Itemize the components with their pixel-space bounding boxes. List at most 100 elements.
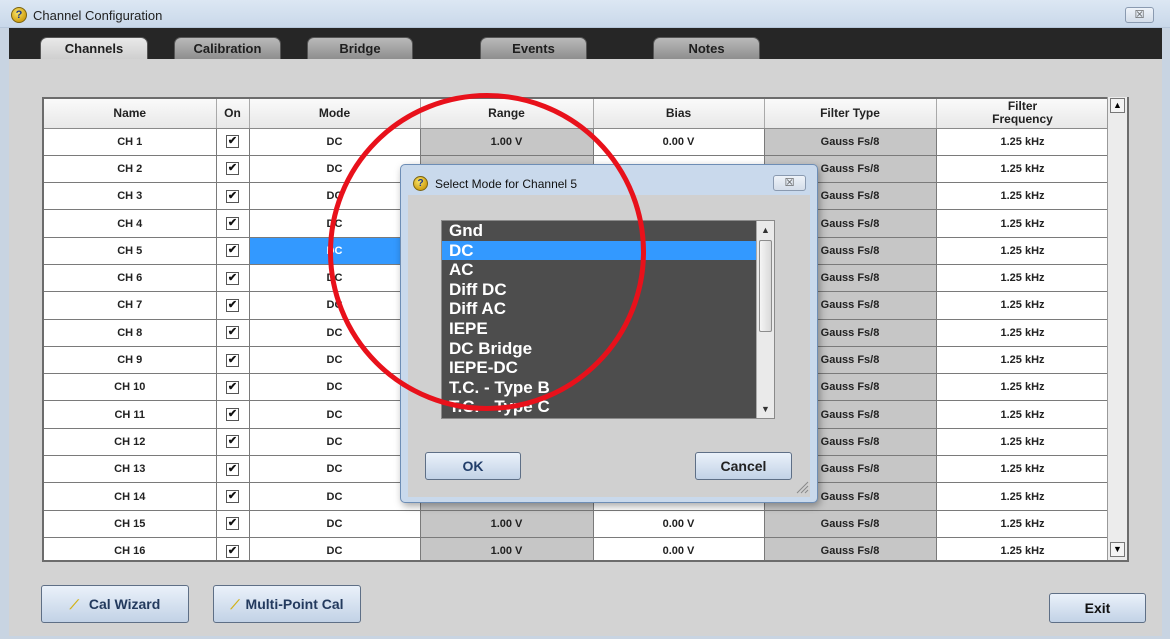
channel-filter-frequency-cell[interactable]: 1.25 kHz (936, 400, 1110, 429)
channel-enabled-checkbox[interactable]: ✔ (226, 326, 239, 340)
channel-on-cell[interactable]: ✔ (216, 155, 250, 184)
channel-mode-cell[interactable]: DC (249, 237, 421, 265)
channel-filter-frequency-cell[interactable]: 1.25 kHz (936, 182, 1110, 211)
channel-filter-frequency-cell[interactable]: 1.25 kHz (936, 373, 1110, 402)
channel-enabled-checkbox[interactable]: ✔ (226, 408, 239, 422)
ok-button[interactable]: OK (425, 452, 521, 480)
channel-enabled-checkbox[interactable]: ✔ (226, 490, 239, 503)
channel-name-cell[interactable]: CH 13 (44, 455, 217, 484)
channel-mode-cell[interactable]: DC (249, 182, 421, 211)
tab-channels[interactable]: Channels (40, 37, 148, 59)
channel-on-cell[interactable]: ✔ (216, 291, 250, 320)
channel-mode-cell[interactable]: DC (249, 346, 421, 375)
mode-option-diff-dc[interactable]: Diff DC (442, 280, 774, 300)
channel-name-cell[interactable]: CH 10 (44, 373, 217, 402)
channel-mode-cell[interactable]: DC (249, 373, 421, 402)
channel-on-cell[interactable]: ✔ (216, 209, 250, 238)
mode-option-iepe-dc[interactable]: IEPE-DC (442, 358, 774, 378)
channel-filter-frequency-cell[interactable]: 1.25 kHz (936, 482, 1110, 511)
channel-mode-cell[interactable]: DC (249, 155, 421, 184)
mode-option-dc-bridge[interactable]: DC Bridge (442, 339, 774, 359)
channel-filter-frequency-cell[interactable]: 1.25 kHz (936, 128, 1110, 156)
channel-filter-frequency-cell[interactable]: 1.25 kHz (936, 510, 1110, 538)
multi-point-cal-button[interactable]: ⟋ Multi-Point Cal (213, 585, 361, 623)
header-range[interactable]: Range (420, 99, 594, 129)
table-row[interactable]: CH 16 ✔ DC 1.00 V 0.00 V Gauss Fs/8 1.25 kHz (44, 537, 1110, 560)
channel-mode-cell[interactable]: DC (249, 128, 421, 156)
header-mode[interactable]: Mode (249, 99, 421, 129)
mode-listbox[interactable]: Gnd DC AC Diff DC Diff AC IEPE DC Bridge… (441, 220, 775, 419)
channel-filter-frequency-cell[interactable]: 1.25 kHz (936, 537, 1110, 560)
channel-name-cell[interactable]: CH 4 (44, 209, 217, 238)
channel-on-cell[interactable]: ✔ (216, 319, 250, 347)
channel-enabled-checkbox[interactable]: ✔ (226, 435, 239, 449)
channel-on-cell[interactable]: ✔ (216, 537, 250, 560)
channel-range-cell[interactable]: 1.00 V (420, 128, 594, 156)
channel-name-cell[interactable]: CH 7 (44, 291, 217, 320)
channel-name-cell[interactable]: CH 6 (44, 264, 217, 293)
dialog-close-button[interactable]: ☒ (773, 175, 806, 191)
list-scroll-up-icon[interactable]: ▲ (757, 223, 774, 238)
channel-enabled-checkbox[interactable]: ✔ (226, 380, 239, 394)
tab-events[interactable]: Events (480, 37, 587, 59)
channel-mode-cell[interactable]: DC (249, 482, 421, 511)
channel-name-cell[interactable]: CH 11 (44, 400, 217, 429)
mode-option-ac[interactable]: AC (442, 260, 774, 280)
channel-on-cell[interactable]: ✔ (216, 428, 250, 457)
channel-filter-frequency-cell[interactable]: 1.25 kHz (936, 155, 1110, 184)
tab-notes[interactable]: Notes (653, 37, 760, 59)
header-bias[interactable]: Bias (593, 99, 765, 129)
channel-name-cell[interactable]: CH 3 (44, 182, 217, 211)
channel-name-cell[interactable]: CH 12 (44, 428, 217, 457)
channel-on-cell[interactable]: ✔ (216, 264, 250, 293)
channel-bias-cell[interactable]: 0.00 V (593, 537, 765, 560)
channel-on-cell[interactable]: ✔ (216, 510, 250, 538)
channel-enabled-checkbox[interactable]: ✔ (226, 298, 239, 312)
channel-enabled-checkbox[interactable]: ✔ (226, 244, 239, 258)
tab-calibration[interactable]: Calibration (174, 37, 281, 59)
channel-name-cell[interactable]: CH 16 (44, 537, 217, 560)
header-name[interactable]: Name (44, 99, 217, 129)
channel-name-cell[interactable]: CH 8 (44, 319, 217, 347)
channel-name-cell[interactable]: CH 9 (44, 346, 217, 375)
list-scroll-thumb[interactable] (759, 240, 772, 332)
channel-filter-frequency-cell[interactable]: 1.25 kHz (936, 319, 1110, 347)
channel-filter-frequency-cell[interactable]: 1.25 kHz (936, 291, 1110, 320)
channel-on-cell[interactable]: ✔ (216, 400, 250, 429)
channel-enabled-checkbox[interactable]: ✔ (226, 217, 239, 231)
channel-filter-frequency-cell[interactable]: 1.25 kHz (936, 428, 1110, 457)
channel-mode-cell[interactable]: DC (249, 537, 421, 560)
mode-option-gnd[interactable]: Gnd (442, 221, 774, 241)
channel-mode-cell[interactable]: DC (249, 209, 421, 238)
channel-mode-cell[interactable]: DC (249, 291, 421, 320)
table-scrollbar[interactable]: ▲ ▼ (1107, 97, 1127, 560)
channel-bias-cell[interactable]: 0.00 V (593, 510, 765, 538)
channel-mode-cell[interactable]: DC (249, 428, 421, 457)
channel-name-cell[interactable]: CH 2 (44, 155, 217, 184)
scroll-down-arrow-icon[interactable]: ▼ (1110, 542, 1125, 557)
window-close-button[interactable]: ☒ (1125, 7, 1154, 23)
channel-mode-cell[interactable]: DC (249, 455, 421, 484)
channel-mode-cell[interactable]: DC (249, 510, 421, 538)
resize-grip-icon[interactable] (795, 480, 809, 494)
channel-bias-cell[interactable]: 0.00 V (593, 128, 765, 156)
channel-on-cell[interactable]: ✔ (216, 482, 250, 511)
mode-option-tc-type-c[interactable]: T.C. - Type C (442, 397, 774, 417)
channel-filter-frequency-cell[interactable]: 1.25 kHz (936, 455, 1110, 484)
scroll-up-arrow-icon[interactable]: ▲ (1110, 98, 1125, 113)
cancel-button[interactable]: Cancel (695, 452, 792, 480)
channel-enabled-checkbox[interactable]: ✔ (226, 544, 239, 558)
mode-option-dc[interactable]: DC (442, 240, 774, 261)
channel-name-cell[interactable]: CH 1 (44, 128, 217, 156)
channel-filter-frequency-cell[interactable]: 1.25 kHz (936, 346, 1110, 375)
channel-enabled-checkbox[interactable]: ✔ (226, 162, 239, 176)
channel-mode-cell[interactable]: DC (249, 264, 421, 293)
header-filter-frequency[interactable]: Filter Frequency (936, 99, 1110, 129)
table-row[interactable]: CH 1 ✔ DC 1.00 V 0.00 V Gauss Fs/8 1.25 kHz (44, 128, 1110, 156)
table-row[interactable]: CH 15 ✔ DC 1.00 V 0.00 V Gauss Fs/8 1.25 kHz (44, 510, 1110, 538)
header-on[interactable]: On (216, 99, 250, 129)
channel-enabled-checkbox[interactable]: ✔ (226, 189, 239, 203)
list-scroll-down-icon[interactable]: ▼ (757, 402, 774, 417)
channel-filter-type-cell[interactable]: Gauss Fs/8 (764, 128, 937, 156)
channel-on-cell[interactable]: ✔ (216, 128, 250, 156)
